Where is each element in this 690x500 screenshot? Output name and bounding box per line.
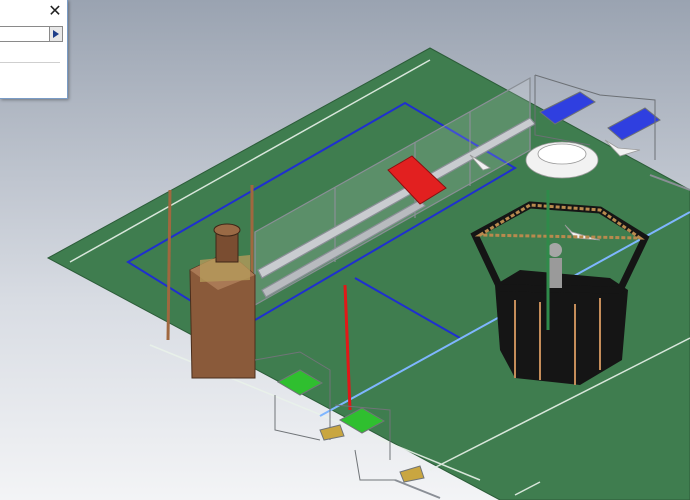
cad-3d-viewport[interactable] <box>0 0 690 500</box>
dialog-separator <box>0 62 60 63</box>
close-icon[interactable]: ✕ <box>46 2 64 20</box>
dialog-combo[interactable] <box>0 26 63 42</box>
chevron-right-icon[interactable] <box>49 27 62 41</box>
floating-dialog: ✕ <box>0 0 68 99</box>
